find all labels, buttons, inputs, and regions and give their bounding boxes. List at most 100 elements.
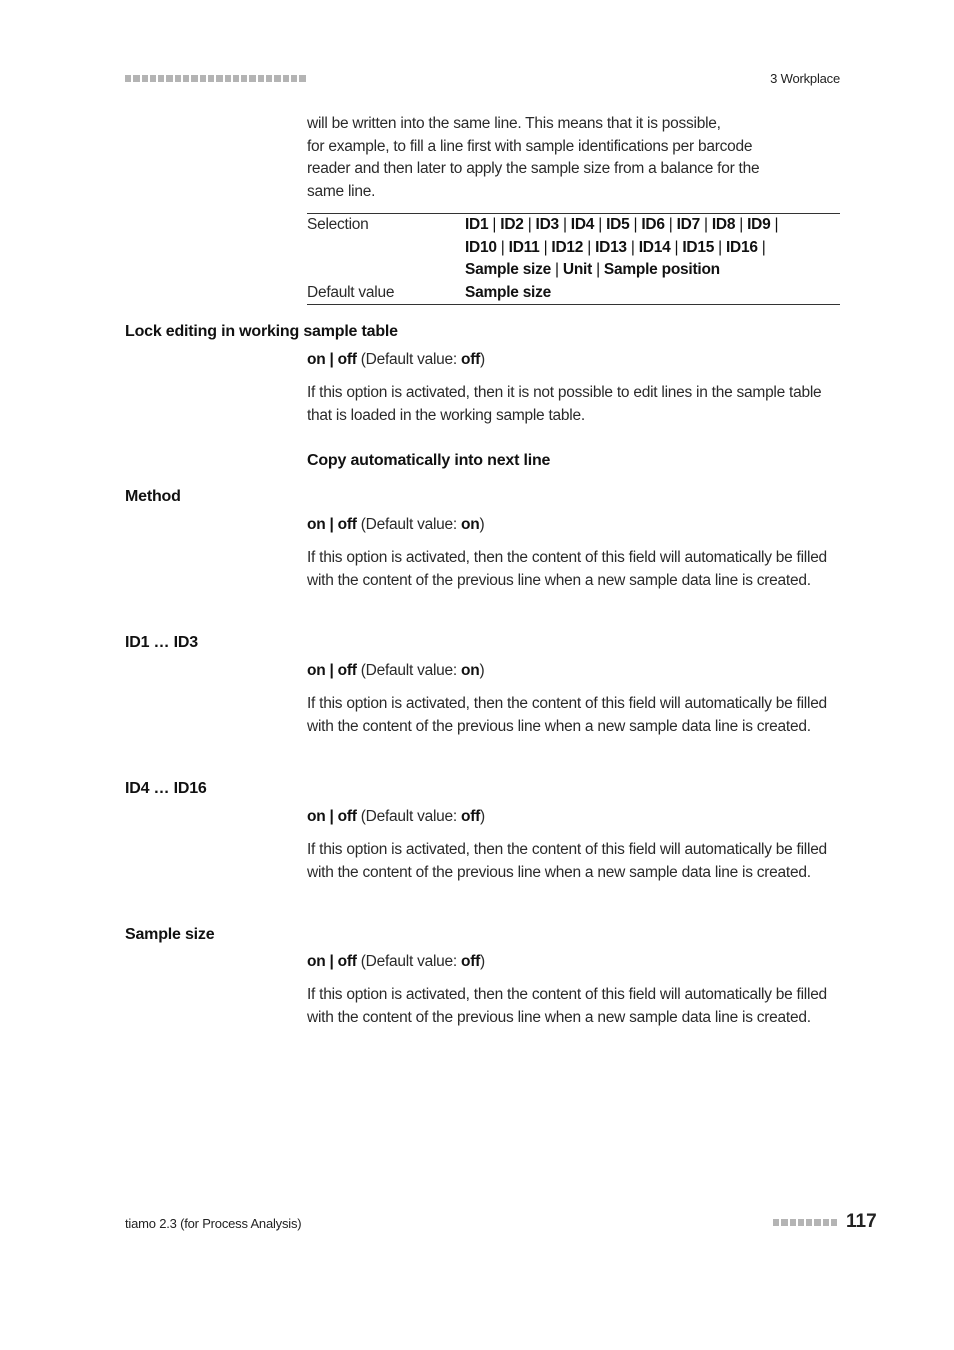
option-separator: | (325, 351, 338, 368)
default-value: off (461, 808, 481, 825)
default-suffix: ) (480, 953, 485, 970)
default-value: Sample size (465, 283, 551, 301)
selection-option: ID15 (682, 238, 715, 256)
selection-option: ID13 (595, 238, 627, 256)
param-title: Method (125, 488, 181, 505)
default-suffix: ) (479, 516, 485, 533)
decor-square (814, 1219, 821, 1226)
decor-square (166, 75, 173, 82)
intro-paragraph: will be written into the same line. This… (307, 113, 842, 203)
param-title: Sample size (125, 926, 215, 943)
decor-square (797, 1219, 805, 1226)
default-prefix: (Default value: (356, 662, 461, 679)
default-prefix: (Default value: (356, 953, 461, 970)
option-separator: | (325, 662, 338, 679)
param-onoff: on | off (Default value: on) (307, 662, 485, 680)
footer-decoration (773, 1219, 838, 1226)
decor-square (207, 75, 215, 82)
selection-option: ID1 (465, 216, 489, 233)
default-prefix: (Default value: (356, 351, 461, 368)
decor-square (290, 75, 298, 82)
option-off: off (337, 953, 357, 970)
param-description: If this option is activated, then the co… (307, 695, 827, 735)
decor-square (781, 1219, 788, 1226)
default-suffix: ) (480, 808, 485, 825)
selection-option: ID8 (711, 216, 736, 233)
selection-separator: | (488, 216, 501, 233)
header-decoration (125, 75, 306, 82)
decor-square (149, 75, 157, 82)
option-on: on (307, 953, 326, 970)
option-on: on (307, 516, 326, 533)
param-onoff: on | off (Default value: off) (307, 351, 485, 369)
selection-line: ID1 | ID2 | ID3 | ID4 | ID5 | ID6 | ID7 … (465, 214, 840, 237)
option-off: off (337, 516, 357, 533)
selection-separator: | (757, 238, 766, 256)
selection-option: ID16 (725, 238, 758, 256)
param-title: Lock editing in working sample table (125, 323, 398, 340)
decor-square (224, 75, 231, 82)
selection-option: ID5 (606, 216, 630, 233)
selection-separator: | (626, 238, 639, 256)
selection-label: Selection (307, 216, 369, 233)
selection-separator: | (594, 216, 607, 233)
selection-separator: | (770, 216, 779, 233)
decor-square (232, 75, 240, 82)
default-row: Default value Sample size (307, 282, 840, 305)
selection-values: ID1 | ID2 | ID3 | ID4 | ID5 | ID6 | ID7 … (465, 214, 840, 282)
decor-square (249, 75, 256, 82)
default-value: on (461, 516, 480, 533)
option-separator: | (325, 516, 338, 533)
param-onoff: on | off (Default value: off) (307, 808, 485, 826)
decor-square (125, 75, 132, 82)
selection-option: ID11 (508, 238, 540, 256)
decor-square (806, 1219, 813, 1226)
decor-square (191, 75, 198, 82)
selection-option: ID12 (551, 238, 584, 256)
intro-line: will be written into the same line. This… (307, 115, 721, 132)
decor-square (282, 75, 289, 82)
decor-square (822, 1219, 830, 1226)
selection-separator: | (670, 238, 683, 256)
decor-square (266, 75, 273, 82)
parameter-table: Selection ID1 | ID2 | ID3 | ID4 | ID5 | … (307, 213, 840, 305)
decor-square (257, 75, 265, 82)
selection-option: Sample position (603, 261, 720, 278)
selection-separator: | (551, 261, 563, 278)
selection-option: ID10 (465, 238, 497, 256)
default-prefix: (Default value: (356, 516, 461, 533)
decor-square (133, 75, 140, 82)
decor-square (241, 75, 248, 82)
selection-option: ID9 (747, 216, 771, 233)
selection-separator: | (735, 216, 748, 233)
option-on: on (307, 662, 326, 679)
decor-square (158, 75, 165, 82)
selection-separator: | (629, 216, 642, 233)
selection-separator: | (523, 216, 536, 233)
page-number: 117 (846, 1211, 877, 1232)
selection-option: Sample size (465, 261, 551, 278)
intro-line: same line. (307, 182, 376, 200)
selection-separator: | (496, 238, 509, 256)
option-off: off (337, 662, 357, 679)
option-separator: | (325, 808, 338, 825)
param-onoff: on | off (Default value: off) (307, 953, 485, 971)
param-title: ID1 … ID3 (125, 634, 198, 651)
selection-separator: | (699, 216, 712, 233)
intro-line: reader and then later to apply the sampl… (307, 160, 760, 177)
param-description: If this option is activated, then the co… (307, 549, 827, 589)
default-value: off (461, 351, 481, 368)
selection-separator: | (539, 238, 552, 256)
selection-line: ID10 | ID11 | ID12 | ID13 | ID14 | ID15 … (465, 237, 840, 260)
chapter-title: 3 Workplace (770, 71, 840, 86)
decor-square (773, 1219, 780, 1226)
selection-separator: | (558, 216, 571, 233)
selection-separator: | (583, 238, 596, 256)
selection-option: ID14 (638, 238, 671, 256)
selection-row: Selection ID1 | ID2 | ID3 | ID4 | ID5 | … (307, 214, 840, 282)
default-prefix: (Default value: (356, 808, 461, 825)
default-value: off (461, 953, 481, 970)
decor-square (831, 1219, 838, 1226)
decor-square (141, 75, 148, 82)
decor-square (183, 75, 190, 82)
